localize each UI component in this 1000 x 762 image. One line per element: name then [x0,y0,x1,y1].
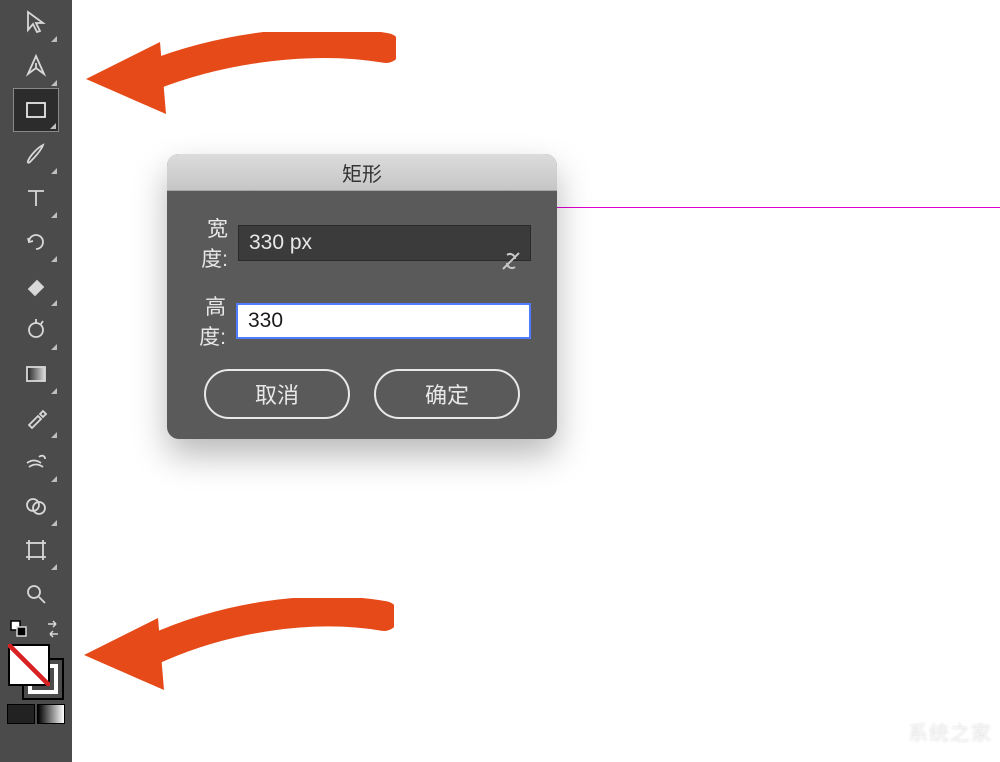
height-input[interactable] [236,303,531,339]
annotation-arrow-bottom [84,598,394,708]
draw-mode-gradient[interactable] [37,704,65,724]
flyout-indicator-icon [51,256,57,262]
flyout-indicator-icon [51,388,57,394]
brush-tool[interactable] [13,132,59,176]
type-tool[interactable] [13,176,59,220]
artboard-tool[interactable] [13,528,59,572]
ok-button[interactable]: 确定 [374,369,520,419]
fill-swatch[interactable] [8,644,50,686]
eyedropper-tool[interactable] [13,396,59,440]
width-input[interactable] [238,225,531,261]
flyout-indicator-icon [50,123,56,129]
dialog-title: 矩形 [167,154,557,191]
pen-tool[interactable] [13,44,59,88]
eraser-tool[interactable] [13,264,59,308]
flyout-indicator-icon [51,432,57,438]
flyout-indicator-icon [51,564,57,570]
watermark-text: 系统之家 [908,717,992,746]
tool-panel [0,0,72,762]
link-constrain-icon[interactable] [497,247,525,281]
shape-builder-tool[interactable] [13,484,59,528]
fill-stroke-swatch[interactable] [8,644,64,700]
cancel-button[interactable]: 取消 [204,369,350,419]
watermark: 系统之家 [866,717,992,746]
flyout-indicator-icon [51,344,57,350]
annotation-arrow-top [86,32,396,122]
flyout-indicator-icon [51,212,57,218]
flyout-indicator-icon [51,476,57,482]
rotate-tool[interactable] [13,220,59,264]
color-controls [6,620,66,726]
flyout-indicator-icon [51,36,57,42]
move-tool[interactable] [13,0,59,44]
flyout-indicator-icon [51,520,57,526]
symbol-sprayer-tool[interactable] [13,440,59,484]
height-label: 高度: [193,291,226,351]
gradient-tool[interactable] [13,352,59,396]
rotate-view-tool[interactable] [13,308,59,352]
zoom-tool[interactable] [13,572,59,616]
flyout-indicator-icon [51,168,57,174]
width-label: 宽度: [193,213,228,273]
flyout-indicator-icon [51,80,57,86]
swap-colors-icon[interactable] [44,620,62,643]
rectangle-dialog: 矩形 宽度: 高度: 取消 确定 [167,154,557,439]
guide-line [552,207,1000,208]
draw-mode-solid[interactable] [7,704,35,724]
flyout-indicator-icon [51,300,57,306]
default-colors-icon[interactable] [10,620,28,643]
rectangle-tool[interactable] [13,88,59,132]
